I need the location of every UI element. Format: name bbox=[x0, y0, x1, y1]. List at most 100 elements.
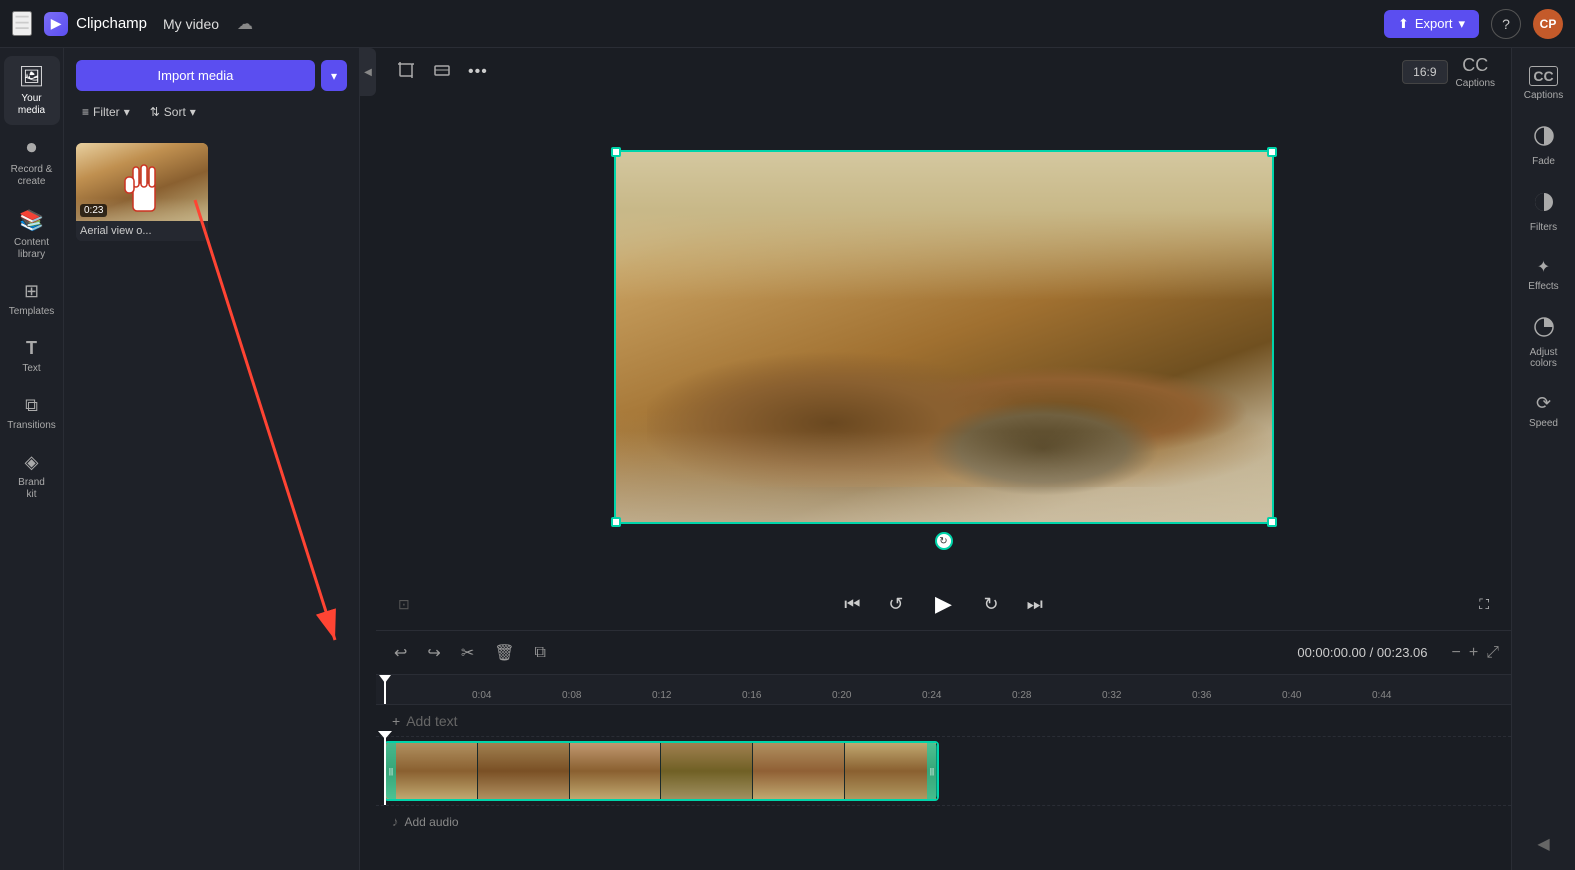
content-library-icon: 📚 bbox=[19, 208, 44, 233]
clip-handle-right[interactable]: || bbox=[927, 743, 937, 799]
filter-button[interactable]: ≡ Filter ▾ bbox=[76, 101, 136, 123]
redo-button[interactable]: ↪ bbox=[421, 639, 446, 667]
time-total: 00:23.06 bbox=[1377, 645, 1428, 660]
right-sidebar-adjust-colors[interactable]: Adjustcolors bbox=[1516, 306, 1572, 379]
sidebar-item-record-create[interactable]: ⏺ Record &create bbox=[4, 129, 60, 196]
media-thumbnail-aerial: 0:23 bbox=[76, 143, 208, 221]
audio-track-row: ♪ Add audio bbox=[376, 805, 1511, 837]
filter-chevron-icon: ▾ bbox=[124, 105, 130, 119]
fog-layer bbox=[614, 431, 1274, 525]
skip-end-icon: ⏭ bbox=[1027, 594, 1043, 615]
rewind-icon: ↺ bbox=[888, 594, 903, 615]
help-button[interactable]: ? bbox=[1491, 9, 1521, 39]
caption-toggle-icon: ⊡ bbox=[398, 596, 410, 613]
right-adjust-colors-label: Adjustcolors bbox=[1530, 347, 1558, 369]
right-sidebar-fade[interactable]: Fade bbox=[1516, 115, 1572, 177]
timeline-ruler: 0:04 0:08 0:12 0:16 0:20 0:24 0:28 0:32 … bbox=[376, 675, 1511, 705]
media-duration: 0:23 bbox=[80, 204, 107, 217]
brand-kit-icon: ◈ bbox=[25, 452, 39, 473]
fullscreen-button[interactable]: ⛶ bbox=[1473, 590, 1495, 619]
vt-seg-6 bbox=[845, 743, 937, 799]
avatar[interactable]: CP bbox=[1533, 9, 1563, 39]
fullscreen-icon: ⛶ bbox=[1479, 596, 1489, 613]
skip-end-button[interactable]: ⏭ bbox=[1021, 588, 1049, 621]
skip-start-button[interactable]: ⏮ bbox=[838, 588, 866, 621]
sidebar-item-your-media[interactable]: 🖼 Your media bbox=[4, 56, 60, 125]
resize-tool-button[interactable] bbox=[428, 56, 456, 89]
media-grid: 0:23 Aerial view o... bbox=[64, 135, 359, 249]
sidebar-item-templates[interactable]: ⊞ Templates bbox=[4, 273, 60, 326]
import-dropdown-button[interactable]: ▾ bbox=[321, 60, 347, 91]
duplicate-button[interactable]: ⧉ bbox=[529, 640, 552, 666]
right-sidebar-captions[interactable]: CC Captions bbox=[1516, 56, 1572, 111]
video-track-thumbnails bbox=[386, 743, 937, 799]
media-item-aerial[interactable]: 0:23 Aerial view o... bbox=[76, 143, 208, 241]
fit-view-button[interactable]: ⤢ bbox=[1486, 644, 1499, 662]
logo: ▶ Clipchamp bbox=[44, 12, 147, 36]
video-preview-wrapper: ↻ bbox=[376, 96, 1511, 578]
clip-handle-left[interactable]: || bbox=[386, 743, 396, 799]
captions-label: Captions bbox=[1456, 78, 1495, 89]
right-sidebar-effects[interactable]: ✦ Effects bbox=[1516, 247, 1572, 302]
play-button[interactable]: ▶ bbox=[926, 586, 962, 622]
captions-sidebar-button[interactable]: CC Captions bbox=[1456, 55, 1495, 89]
ruler-time-0:04: 0:04 bbox=[472, 690, 491, 701]
undo-button[interactable]: ↩ bbox=[388, 639, 413, 667]
export-button[interactable]: ⬆ Export ▾ bbox=[1384, 10, 1479, 38]
topbar-left: ☰ ▶ Clipchamp My video ☁ bbox=[12, 11, 1384, 36]
filter-label: Filter bbox=[93, 105, 120, 119]
zoom-in-button[interactable]: + bbox=[1469, 644, 1478, 662]
preview-tools-group: ••• bbox=[392, 56, 492, 89]
sort-label: Sort bbox=[164, 105, 186, 119]
rewind-button[interactable]: ↺ bbox=[882, 588, 909, 621]
media-panel-header: Import media ▾ ≡ Filter ▾ ⇅ Sort ▾ bbox=[64, 48, 359, 135]
cut-button[interactable]: ✂ bbox=[455, 639, 480, 667]
ruler-time-0:20: 0:20 bbox=[832, 690, 851, 701]
right-fade-label: Fade bbox=[1532, 156, 1555, 167]
left-sidebar: 🖼 Your media ⏺ Record &create 📚 Contentl… bbox=[0, 48, 64, 870]
topbar-right: ⬆ Export ▾ ? CP bbox=[1384, 9, 1563, 39]
panel-collapse-button[interactable]: ◀ bbox=[360, 48, 376, 96]
project-name[interactable]: My video bbox=[163, 16, 219, 32]
captions-icon: CC bbox=[1462, 55, 1488, 76]
preview-right-tools: 16:9 CC Captions bbox=[1402, 55, 1495, 89]
sidebar-item-content-library[interactable]: 📚 Contentlibrary bbox=[4, 200, 60, 269]
hamburger-menu[interactable]: ☰ bbox=[12, 11, 32, 36]
video-preview[interactable]: ↻ bbox=[614, 150, 1274, 524]
logo-text: Clipchamp bbox=[76, 15, 147, 32]
right-captions-icon: CC bbox=[1529, 66, 1557, 86]
import-media-button[interactable]: Import media bbox=[76, 60, 315, 91]
right-speed-icon: ⟳ bbox=[1536, 393, 1551, 414]
right-speed-label: Speed bbox=[1529, 418, 1558, 429]
forward-button[interactable]: ↻ bbox=[978, 588, 1005, 621]
vt-seg-1 bbox=[386, 743, 478, 799]
more-options-button[interactable]: ••• bbox=[464, 56, 492, 89]
sidebar-item-label-record: Record &create bbox=[11, 164, 53, 188]
video-track-clip[interactable]: || || bbox=[384, 741, 939, 801]
add-audio-text: Add audio bbox=[405, 815, 459, 829]
zoom-out-button[interactable]: − bbox=[1452, 644, 1461, 662]
crop-tool-button[interactable] bbox=[392, 56, 420, 89]
timeline-area: ↩ ↪ ✂ 🗑 ⧉ 00:00:00.00 / 00:23.06 bbox=[376, 630, 1511, 870]
sidebar-item-label-content-library: Contentlibrary bbox=[14, 237, 49, 261]
ruler-time-0:40: 0:40 bbox=[1282, 690, 1301, 701]
delete-button[interactable]: 🗑 bbox=[488, 639, 520, 667]
templates-icon: ⊞ bbox=[24, 281, 39, 302]
sidebar-item-transitions[interactable]: ⧉ Transitions bbox=[4, 387, 60, 440]
preview-topbar: ••• 16:9 CC Captions bbox=[376, 48, 1511, 96]
ruler-time-0:28: 0:28 bbox=[1012, 690, 1031, 701]
ruler-time-0:32: 0:32 bbox=[1102, 690, 1121, 701]
sort-button[interactable]: ⇅ Sort ▾ bbox=[144, 101, 202, 123]
sidebar-item-text[interactable]: T Text bbox=[4, 330, 60, 383]
caption-toggle-button[interactable]: ⊡ bbox=[392, 590, 416, 619]
add-text-label[interactable]: + Add text bbox=[376, 713, 458, 729]
aspect-ratio-button[interactable]: 16:9 bbox=[1402, 60, 1447, 84]
sidebar-item-label-brand-kit: Brandkit bbox=[18, 477, 45, 501]
right-sidebar-speed[interactable]: ⟳ Speed bbox=[1516, 383, 1572, 439]
sidebar-item-brand-kit[interactable]: ◈ Brandkit bbox=[4, 444, 60, 509]
add-audio-label[interactable]: ♪ Add audio bbox=[376, 814, 459, 829]
rotate-handle[interactable]: ↻ bbox=[935, 532, 953, 550]
right-panel-collapse-button[interactable]: ◀ bbox=[1529, 826, 1557, 862]
right-sidebar-filters[interactable]: Filters bbox=[1516, 181, 1572, 243]
right-filters-label: Filters bbox=[1530, 222, 1557, 233]
